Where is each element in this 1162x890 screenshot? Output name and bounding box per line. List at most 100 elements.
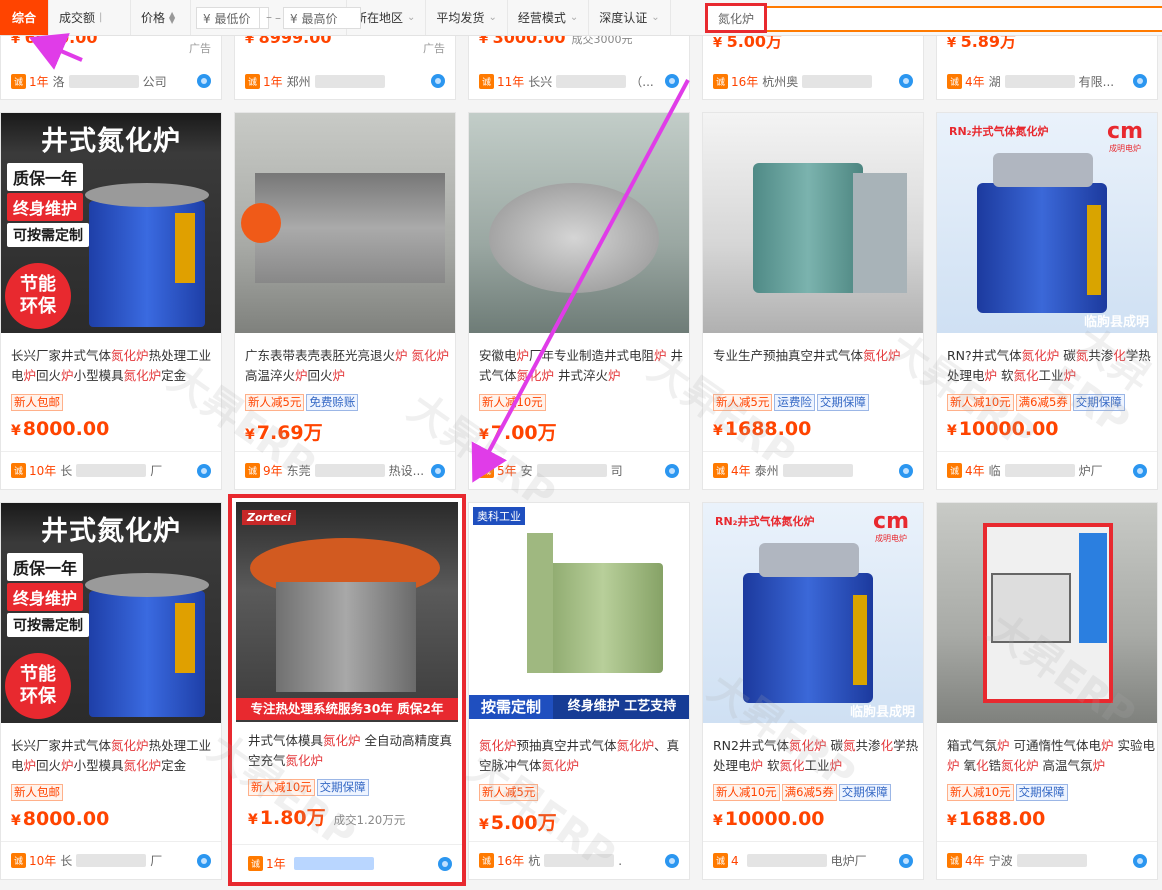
- business-filter[interactable]: 经营模式 ⌄: [508, 0, 590, 35]
- product-card[interactable]: 广东表带表壳表胚光亮退火炉 氮化炉高温淬火炉回火炉 新人减5元 免费赊账 ¥7.6…: [234, 112, 456, 490]
- shipping-filter[interactable]: 平均发货 ⌄: [426, 0, 508, 35]
- product-image[interactable]: 井式氮化炉 质保一年 终身维护 可按需定制 节能 环保: [1, 113, 221, 333]
- promo-tag[interactable]: 新人减10元: [947, 784, 1014, 801]
- product-card-partial[interactable]: ¥ 8999.00 广告 诚 1年 郑州: [234, 28, 456, 100]
- promo-tag[interactable]: 新人减10元: [713, 784, 780, 801]
- seller-name[interactable]: 东莞: [287, 462, 311, 479]
- product-card-partial[interactable]: ¥ 5.00万 诚 16年 杭州奥: [702, 32, 924, 100]
- seller-info[interactable]: 诚 5年 安 司: [469, 451, 689, 489]
- product-card[interactable]: 奥科工业 按需定制 终身维护 工艺支持 氮化炉预抽真空井式气体氮化炉、真空脉冲气…: [468, 502, 690, 880]
- promo-tag[interactable]: 新人减10元: [479, 394, 546, 411]
- product-title[interactable]: 长兴厂家井式气体氮化炉热处理工业电炉回火炉小型模具氮化炉定金: [11, 346, 221, 386]
- chat-icon[interactable]: [899, 74, 913, 88]
- seller-info[interactable]: 诚 4 电炉厂: [703, 841, 923, 879]
- seller-name[interactable]: 郑州: [287, 73, 311, 90]
- seller-name[interactable]: 安: [521, 462, 533, 479]
- seller-info[interactable]: 诚 16年 杭州奥: [703, 66, 923, 96]
- product-image[interactable]: [937, 503, 1157, 723]
- chat-icon[interactable]: [665, 74, 679, 88]
- promo-tag[interactable]: 免费赊账: [306, 394, 359, 411]
- product-image[interactable]: [235, 113, 455, 333]
- promo-tag[interactable]: 运费险: [774, 394, 815, 411]
- promo-tag[interactable]: 新人减5元: [713, 394, 773, 411]
- promo-tag[interactable]: 新人减5元: [245, 394, 305, 411]
- chat-icon[interactable]: [899, 853, 913, 868]
- product-image[interactable]: Zorteci 专注热处理系统服务30年 质保2年: [236, 502, 458, 722]
- chat-icon[interactable]: [431, 463, 445, 478]
- sort-volume-tab[interactable]: 成交额 |: [49, 0, 132, 35]
- seller-name[interactable]: 长: [60, 852, 72, 869]
- product-title[interactable]: RN?井式气体氮化炉 碳氮共渗化学热处理电炉 软氮化工业炉: [947, 346, 1157, 386]
- seller-info[interactable]: 诚 4年 临 炉厂: [937, 451, 1157, 489]
- chat-icon[interactable]: [1133, 853, 1147, 868]
- promo-tag[interactable]: 新人减10元: [947, 394, 1014, 411]
- promo-tag[interactable]: 新人减10元: [248, 779, 315, 796]
- seller-name[interactable]: 杭: [528, 852, 540, 869]
- promo-tag[interactable]: 满6减5券: [1015, 394, 1071, 411]
- promo-tag[interactable]: 交期保障: [1015, 784, 1068, 801]
- seller-info[interactable]: 诚 9年 东莞 热设...: [235, 451, 455, 489]
- chat-icon[interactable]: [899, 463, 913, 478]
- promo-tag[interactable]: 交期保障: [816, 394, 869, 411]
- seller-name[interactable]: 长: [60, 462, 72, 479]
- promo-tag[interactable]: 交期保障: [1072, 394, 1125, 411]
- product-card[interactable]: 箱式气氛炉 可通惰性气体电炉 实验电炉 氧化锆氮化炉 高温气氛炉 新人减10元交…: [936, 502, 1158, 880]
- product-title[interactable]: 箱式气氛炉 可通惰性气体电炉 实验电炉 氧化锆氮化炉 高温气氛炉: [947, 736, 1157, 776]
- product-title[interactable]: RN2井式气体氮化炉 碳氮共渗化学热处理电炉 软氮化工业炉: [713, 736, 923, 776]
- seller-info[interactable]: 诚 10年 长 厂: [1, 841, 221, 879]
- seller-info[interactable]: 诚 1年: [232, 844, 462, 882]
- seller-info[interactable]: 诚 4年 泰州: [703, 451, 923, 489]
- seller-name[interactable]: 湖: [989, 73, 1001, 90]
- sort-default-tab[interactable]: 综合: [0, 0, 50, 35]
- promo-tag[interactable]: 新人包邮: [11, 394, 63, 411]
- product-card-partial[interactable]: ¥ 3000.00 成交3000元 诚 11年 长兴 （...: [468, 28, 690, 100]
- price-min-overlay[interactable]: ¥ 最低价: [196, 7, 260, 29]
- product-title[interactable]: 井式气体模具氮化炉 全自动高精度真空充气氮化炉: [248, 731, 458, 771]
- chat-icon[interactable]: [197, 463, 211, 478]
- product-title[interactable]: 广东表带表壳表胚光亮退火炉 氮化炉高温淬火炉回火炉: [245, 346, 455, 386]
- seller-name[interactable]: 宁波: [989, 852, 1013, 869]
- product-card[interactable]: 安徽电炉厂年专业制造井式电阻炉 井式气体氮化炉 井式淬火炉 新人减10元 ¥7.…: [468, 112, 690, 490]
- chat-icon[interactable]: [431, 74, 445, 88]
- product-image[interactable]: 奥科工业 按需定制 终身维护 工艺支持: [469, 503, 689, 723]
- seller-name[interactable]: 洛: [53, 73, 65, 90]
- product-title[interactable]: 专业生产预抽真空井式气体氮化炉: [713, 346, 923, 386]
- chat-icon[interactable]: [665, 853, 679, 868]
- chat-icon[interactable]: [438, 856, 452, 871]
- promo-tag[interactable]: 满6减5券: [781, 784, 837, 801]
- seller-name[interactable]: 杭州奥: [762, 73, 798, 90]
- product-card-partial[interactable]: ¥ 5.89万 诚 4年 湖 有限...: [936, 32, 1158, 100]
- product-title[interactable]: 氮化炉预抽真空井式气体氮化炉、真空脉冲气体氮化炉: [479, 736, 689, 776]
- promo-tag[interactable]: 新人减5元: [479, 784, 539, 801]
- product-image[interactable]: RN₂井式气体氮化炉 cm 成明电炉 临朐县成明: [703, 503, 923, 723]
- product-card[interactable]: 井式氮化炉 质保一年 终身维护 可按需定制 节能 环保 长兴厂家井式气体氮化炉热处…: [0, 502, 222, 880]
- product-card[interactable]: 专业生产预抽真空井式气体氮化炉 新人减5元 运费险 交期保障 ¥1688.00 诚 …: [702, 112, 924, 490]
- product-image[interactable]: [703, 113, 923, 333]
- product-card-partial[interactable]: ¥ 6900.00 广告 诚 1年 洛 公司: [0, 28, 222, 100]
- search-box[interactable]: [767, 6, 1162, 32]
- product-card[interactable]: RN₂井式气体氮化炉 cm 成明电炉 临朐县成明 RN2井式气体氮化炉 碳氮共渗…: [702, 502, 924, 880]
- search-keyword-highlight[interactable]: 氮化炉: [705, 3, 767, 33]
- seller-info[interactable]: 诚 16年 杭 .: [469, 841, 689, 879]
- seller-info[interactable]: 诚 10年 长 厂: [1, 451, 221, 489]
- product-image[interactable]: RN₂井式气体氮化炉 cm 成明电炉 临朐县成明: [937, 113, 1157, 333]
- verify-filter[interactable]: 深度认证 ⌄: [589, 0, 671, 35]
- seller-info[interactable]: 诚 1年 洛 公司: [1, 66, 221, 96]
- chat-icon[interactable]: [665, 463, 679, 478]
- promo-tag[interactable]: 交期保障: [316, 779, 369, 796]
- product-card[interactable]: 井式氮化炉 质保一年 终身维护 可按需定制 节能 环保 长兴厂家井式气体氮化炉热处…: [0, 112, 222, 490]
- seller-info[interactable]: 诚 4年 宁波: [937, 841, 1157, 879]
- seller-name[interactable]: 临: [989, 462, 1001, 479]
- product-card[interactable]: Zorteci 专注热处理系统服务30年 质保2年 井式气体模具氮化炉 全自动高…: [228, 494, 466, 886]
- promo-tag[interactable]: 交期保障: [838, 784, 891, 801]
- seller-name[interactable]: 长兴: [528, 73, 552, 90]
- seller-info[interactable]: 诚 4年 湖 有限...: [937, 66, 1157, 96]
- promo-tag[interactable]: 新人包邮: [11, 784, 63, 801]
- chat-icon[interactable]: [197, 74, 211, 88]
- product-image[interactable]: 井式氮化炉 质保一年 终身维护 可按需定制 节能 环保: [1, 503, 221, 723]
- product-image[interactable]: [469, 113, 689, 333]
- price-max-input[interactable]: ¥ 最高价: [283, 7, 361, 29]
- product-card[interactable]: RN₂井式气体氮化炉 cm 成明电炉 临朐县成明 RN?井式气体氮化炉 碳氮共渗…: [936, 112, 1158, 490]
- product-title[interactable]: 长兴厂家井式气体氮化炉热处理工业电炉回火炉小型模具氮化炉定金: [11, 736, 221, 776]
- chat-icon[interactable]: [197, 853, 211, 868]
